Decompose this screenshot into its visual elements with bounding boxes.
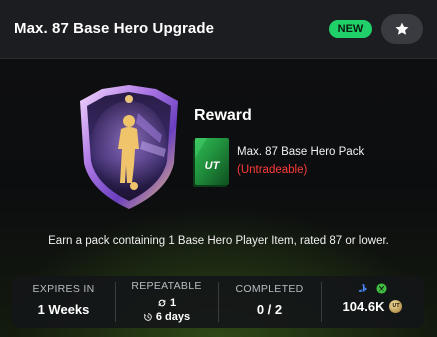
stats-bar: EXPIRES IN 1 Weeks REPEATABLE 1 6 days C… [12,276,424,328]
repeat-count: 1 [169,297,177,309]
star-icon [395,22,409,35]
favorite-button[interactable] [381,14,423,44]
new-badge: NEW [329,20,372,38]
repeat-timer: 6 days [155,311,191,323]
history-icon [144,313,152,321]
platform-icons [321,283,424,294]
reward-heading: Reward [194,107,252,124]
objective-description: Earn a pack containing 1 Base Hero Playe… [48,235,389,247]
coin-icon: UT [389,300,403,313]
stat-price: 104.6K UT [321,276,424,328]
playstation-icon [358,284,367,292]
untradeable-label: (Untradeable) [237,164,308,176]
pack-logo: UT [205,160,221,172]
stat-expires: EXPIRES IN 1 Weeks [12,276,115,328]
pack-image: UT [193,138,229,187]
xbox-icon [376,283,387,294]
card-header: Max. 87 Base Hero Upgrade NEW [0,0,437,59]
objective-card: Max. 87 Base Hero Upgrade NEW Reward UT … [0,0,437,337]
expires-value: 1 Weeks [37,302,90,317]
repeatable-label: REPEATABLE [131,280,202,292]
price-row: 104.6K UT [321,299,424,314]
repeat-count-row: 1 [115,297,218,309]
repeat-timer-row: 6 days [115,311,218,323]
pack-name: Max. 87 Base Hero Pack [237,146,365,158]
price-value: 104.6K [342,299,385,314]
stat-completed: COMPLETED 0 / 2 [218,276,321,328]
completed-label: COMPLETED [235,283,304,295]
repeat-icon [158,299,166,307]
completed-value: 0 / 2 [256,302,283,317]
objective-title: Max. 87 Base Hero Upgrade [14,20,215,37]
stat-repeatable: REPEATABLE 1 6 days [115,276,218,328]
expires-label: EXPIRES IN [32,283,95,295]
hero-shield-badge [80,85,178,209]
